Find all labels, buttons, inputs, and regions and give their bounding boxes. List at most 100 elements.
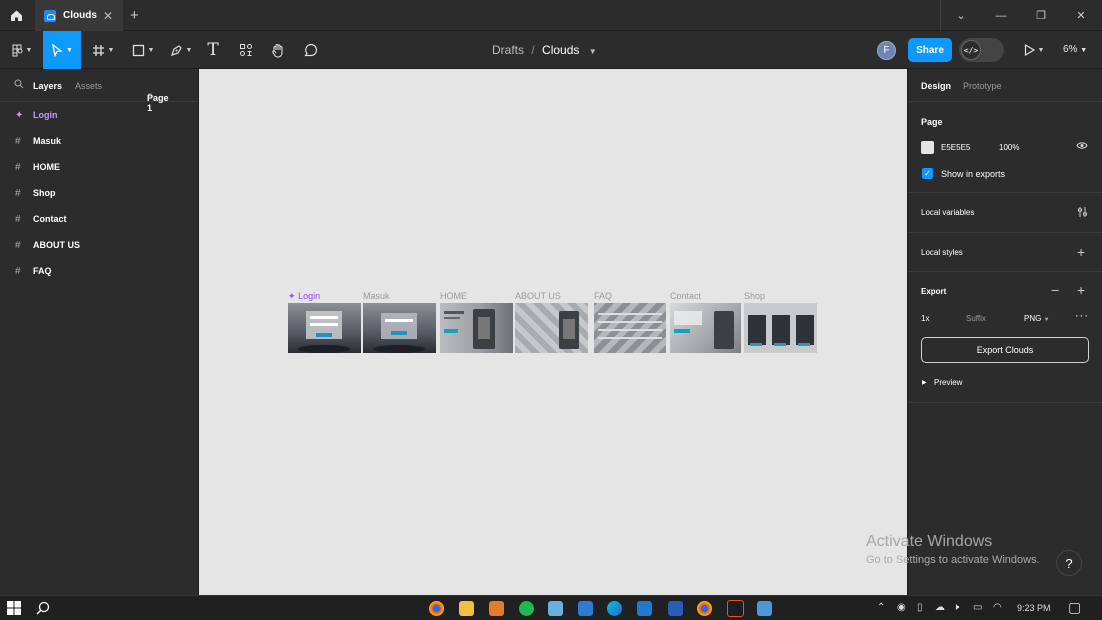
chevron-down-icon[interactable]: ▼ bbox=[589, 47, 597, 56]
help-button[interactable]: ? bbox=[1056, 550, 1082, 576]
move-tool-button[interactable]: ▼ bbox=[43, 31, 81, 69]
frame-thumbnail-contact[interactable] bbox=[670, 303, 741, 353]
layer-item[interactable]: # ABOUT US bbox=[0, 232, 199, 258]
edge-icon[interactable] bbox=[607, 601, 622, 616]
app-icon[interactable] bbox=[489, 601, 504, 616]
export-suffix-input[interactable]: Suffix bbox=[966, 314, 986, 323]
figma-icon[interactable] bbox=[727, 600, 744, 617]
frame-icon: # bbox=[15, 187, 21, 199]
layers-panel-header: Layers Assets Page 1 ▼ bbox=[0, 69, 198, 113]
spotify-icon[interactable] bbox=[519, 601, 534, 616]
local-variables-section[interactable]: Local variables bbox=[908, 193, 1102, 233]
hand-tool-button[interactable] bbox=[267, 31, 289, 69]
resources-tool-button[interactable] bbox=[236, 31, 256, 69]
home-icon[interactable] bbox=[0, 0, 33, 31]
app-icon[interactable] bbox=[757, 601, 772, 616]
notification-icon[interactable]: ▢ bbox=[1068, 599, 1081, 616]
text-tool-icon[interactable]: T bbox=[203, 31, 223, 69]
page-color-value[interactable]: E5E5E5 bbox=[941, 143, 970, 152]
vscode-icon[interactable] bbox=[637, 601, 652, 616]
frame-icon: # bbox=[15, 135, 21, 147]
frame-thumbnail-shop[interactable] bbox=[744, 303, 817, 353]
dev-mode-toggle[interactable]: </> bbox=[959, 38, 1004, 62]
breadcrumb-drafts[interactable]: Drafts bbox=[492, 43, 524, 57]
add-style-icon[interactable]: + bbox=[1077, 244, 1085, 260]
frame-thumbnail-masuk[interactable] bbox=[363, 303, 436, 353]
layer-item[interactable]: # Shop bbox=[0, 180, 199, 206]
speaker-icon[interactable]: 🕨 bbox=[953, 602, 959, 613]
minimize-button[interactable]: — bbox=[981, 0, 1021, 31]
chrome-icon[interactable] bbox=[697, 601, 712, 616]
breadcrumb-file-name[interactable]: Clouds bbox=[542, 43, 579, 57]
pen-icon bbox=[170, 44, 182, 56]
chevron-right-icon[interactable]: ▶ bbox=[922, 379, 927, 386]
frame-thumbnail-login[interactable] bbox=[288, 303, 361, 353]
chevron-up-icon[interactable]: ⌃ bbox=[877, 602, 885, 613]
word-icon[interactable] bbox=[668, 601, 683, 616]
show-in-exports-checkbox[interactable]: ✓ bbox=[922, 168, 933, 179]
new-tab-button[interactable]: + bbox=[130, 7, 139, 24]
share-button[interactable]: Share bbox=[908, 38, 952, 62]
layer-item[interactable]: ✦ Login bbox=[0, 102, 199, 128]
close-window-button[interactable]: ✕ bbox=[1061, 0, 1101, 31]
frame-label-login[interactable]: ✦ Login bbox=[288, 291, 320, 302]
tab-layers[interactable]: Layers bbox=[33, 81, 62, 91]
mail-icon[interactable] bbox=[578, 601, 593, 616]
chrome-icon[interactable] bbox=[429, 601, 444, 616]
canvas[interactable]: ✦ Login Masuk HOME ABOUT US FAQ Contact … bbox=[199, 69, 907, 595]
shape-tool-button[interactable]: ▼ bbox=[128, 31, 158, 69]
page-opacity-value[interactable]: 100% bbox=[999, 143, 1019, 152]
layer-item[interactable]: # Masuk bbox=[0, 128, 199, 154]
frame-label-shop[interactable]: Shop bbox=[744, 291, 765, 301]
windows-start-icon[interactable] bbox=[7, 601, 21, 620]
frame-label-masuk[interactable]: Masuk bbox=[363, 291, 390, 301]
breadcrumb[interactable]: Drafts / Clouds ▼ bbox=[492, 43, 597, 57]
present-button[interactable]: ▼ bbox=[1020, 31, 1048, 69]
tab-assets[interactable]: Assets bbox=[75, 81, 102, 91]
export-button[interactable]: Export Clouds bbox=[921, 337, 1089, 363]
frame-thumbnail-faq[interactable] bbox=[594, 303, 666, 353]
close-tab-icon[interactable]: ✕ bbox=[103, 9, 113, 23]
eye-icon[interactable] bbox=[1076, 141, 1088, 152]
tray-app-icon[interactable]: ◉ bbox=[897, 602, 906, 613]
layer-item[interactable]: # FAQ bbox=[0, 258, 199, 284]
local-styles-label: Local styles bbox=[921, 248, 963, 257]
battery-icon[interactable]: ▭ bbox=[973, 602, 982, 613]
remove-export-icon[interactable]: − bbox=[1051, 282, 1059, 298]
sliders-icon[interactable] bbox=[1077, 206, 1088, 220]
calculator-icon[interactable] bbox=[548, 601, 563, 616]
search-icon[interactable] bbox=[36, 601, 50, 620]
frame-thumbnail-about-us[interactable] bbox=[515, 303, 588, 353]
wifi-icon[interactable]: ◠ bbox=[993, 602, 1002, 613]
tab-design[interactable]: Design bbox=[921, 81, 951, 91]
frame-label-contact[interactable]: Contact bbox=[670, 291, 701, 301]
restore-button[interactable]: ❐ bbox=[1021, 0, 1061, 31]
frame-tool-button[interactable]: ▼ bbox=[88, 31, 118, 69]
pen-tool-button[interactable]: ▼ bbox=[166, 31, 196, 69]
page-color-swatch[interactable] bbox=[921, 141, 934, 154]
export-scale-select[interactable]: 1x bbox=[921, 314, 929, 323]
layer-item[interactable]: # HOME bbox=[0, 154, 199, 180]
layer-item[interactable]: # Contact bbox=[0, 206, 199, 232]
file-explorer-icon[interactable] bbox=[459, 601, 474, 616]
add-export-icon[interactable]: + bbox=[1077, 282, 1085, 298]
main-menu-button[interactable]: ▼ bbox=[4, 31, 40, 69]
tab-title: Clouds bbox=[63, 10, 97, 21]
frame-label-about-us[interactable]: ABOUT US bbox=[515, 291, 561, 301]
more-options-icon[interactable]: ··· bbox=[1075, 310, 1089, 322]
comment-tool-button[interactable] bbox=[300, 31, 322, 69]
frame-label-home[interactable]: HOME bbox=[440, 291, 467, 301]
clock[interactable]: 9:23 PM bbox=[1017, 603, 1051, 613]
avatar[interactable]: F bbox=[877, 41, 896, 60]
file-tab[interactable]: Clouds ✕ bbox=[35, 0, 123, 31]
search-icon[interactable] bbox=[14, 79, 24, 91]
frame-label-faq[interactable]: FAQ bbox=[594, 291, 612, 301]
onedrive-icon[interactable]: ☁ bbox=[935, 602, 945, 613]
zoom-control[interactable]: 6% ▼ bbox=[1063, 44, 1087, 55]
tray-app-icon[interactable]: ▯ bbox=[917, 602, 923, 613]
export-format-select[interactable]: PNG ▼ bbox=[1024, 314, 1050, 323]
preview-toggle[interactable]: Preview bbox=[934, 378, 962, 387]
tab-prototype[interactable]: Prototype bbox=[963, 81, 1002, 91]
chevron-down-icon[interactable]: ⌄ bbox=[941, 0, 981, 31]
frame-thumbnail-home[interactable] bbox=[440, 303, 513, 353]
